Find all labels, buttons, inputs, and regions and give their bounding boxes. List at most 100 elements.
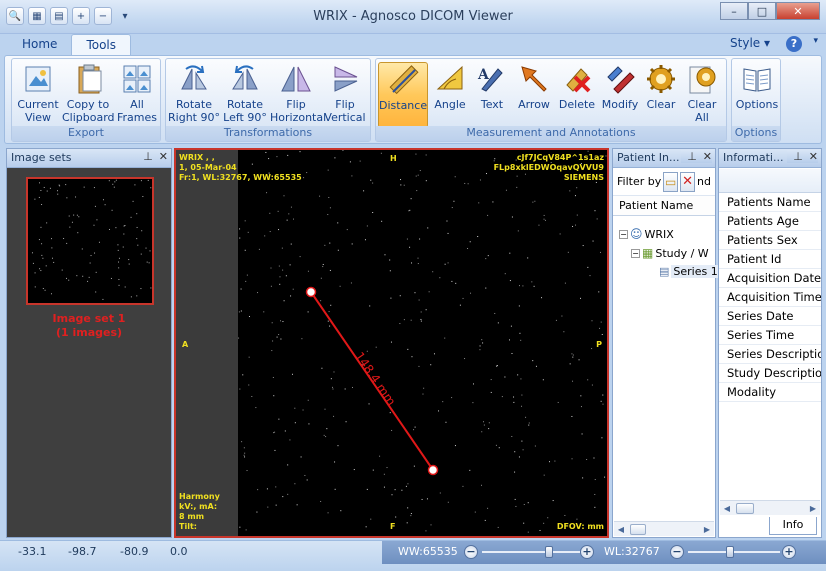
noise-speck xyxy=(94,205,96,207)
maximize-button[interactable]: □ xyxy=(748,2,776,20)
close-panel-icon[interactable]: ✕ xyxy=(703,150,712,163)
noise-speck xyxy=(484,519,486,521)
information-column-header[interactable] xyxy=(719,169,821,193)
ww-increase-button[interactable]: + xyxy=(580,545,594,559)
ribbon-dropdown-icon[interactable]: ▾ xyxy=(813,36,818,46)
noise-speck xyxy=(596,218,598,220)
tab-home[interactable]: Home xyxy=(8,34,71,56)
info-item[interactable]: Acquisition Date xyxy=(719,269,821,288)
noise-speck xyxy=(49,187,51,189)
all-frames-button[interactable]: All Frames xyxy=(116,62,158,124)
noise-speck xyxy=(419,170,421,172)
transformations-group-label: Transformations xyxy=(166,126,370,141)
noise-speck xyxy=(576,214,578,216)
modify-button[interactable]: Modify xyxy=(598,62,642,111)
patient-name-column-header[interactable]: Patient Name xyxy=(613,196,715,216)
overlay-top-right: cJf7JCqV84P^1s1az FLp8xklEDWOqavQVVU9 SI… xyxy=(494,153,604,183)
pin-icon[interactable]: ⊥ xyxy=(687,150,697,163)
noise-speck xyxy=(407,483,409,485)
filter-clear-button[interactable]: ✕ xyxy=(680,171,696,192)
person-icon: ☺ xyxy=(630,227,643,241)
info-item[interactable]: Patients Name xyxy=(719,193,821,212)
overlay-id-1: cJf7JCqV84P^1s1az xyxy=(516,153,604,162)
wl-slider-knob[interactable] xyxy=(725,546,734,558)
minimize-button[interactable]: – xyxy=(720,2,748,20)
angle-button[interactable]: Angle xyxy=(428,62,472,111)
info-item[interactable]: Series Description xyxy=(719,345,821,364)
info-item[interactable]: Series Date xyxy=(719,307,821,326)
close-button[interactable]: ✕ xyxy=(776,2,820,20)
tree-study-node[interactable]: − ▦ Study / W xyxy=(631,246,709,260)
options-label: Options xyxy=(735,98,779,111)
info-item[interactable]: Series Time xyxy=(719,326,821,345)
overlay-manufacturer: SIEMENS xyxy=(563,173,604,182)
wl-decrease-button[interactable]: − xyxy=(670,545,684,559)
rotate-left-button[interactable]: Rotate Left 90° xyxy=(220,62,270,124)
noise-speck xyxy=(444,337,446,339)
pin-icon[interactable]: ⊥ xyxy=(143,150,153,163)
info-item[interactable]: Acquisition Time xyxy=(719,288,821,307)
dicom-viewport[interactable]: 148.4 mm WRIX , , 1, 05-Mar-04 Fr:1, WL:… xyxy=(174,148,609,538)
scroll-thumb[interactable] xyxy=(630,524,646,535)
info-item[interactable]: Patients Sex xyxy=(719,231,821,250)
info-item[interactable]: Patient Id xyxy=(719,250,821,269)
noise-speck xyxy=(418,365,420,367)
measurement-end-handle[interactable] xyxy=(427,464,439,476)
noise-speck xyxy=(78,216,80,218)
patient-tree-scrollbar[interactable]: ◀ ▶ xyxy=(614,521,714,536)
clear-button[interactable]: Clear xyxy=(642,62,680,111)
current-view-button[interactable]: Current View xyxy=(16,62,60,124)
close-panel-icon[interactable]: ✕ xyxy=(809,150,818,163)
ww-slider-knob[interactable] xyxy=(545,546,553,558)
wl-slider-track[interactable] xyxy=(688,551,780,553)
scroll-thumb[interactable] xyxy=(736,503,754,514)
image-set-caption[interactable]: Image set 1 (1 images) xyxy=(7,312,171,340)
pin-icon[interactable]: ⊥ xyxy=(793,150,803,163)
tree-patient-node[interactable]: − ☺ WRIX xyxy=(619,227,674,241)
noise-speck xyxy=(581,433,583,435)
noise-speck xyxy=(337,445,339,447)
noise-speck xyxy=(82,275,84,277)
clear-all-button[interactable]: Clear All xyxy=(680,62,724,124)
noise-speck xyxy=(69,226,71,228)
tab-tools[interactable]: Tools xyxy=(71,34,131,56)
style-menu[interactable]: Style ▾ xyxy=(730,36,770,50)
scroll-right-icon[interactable]: ▶ xyxy=(700,523,714,536)
ribbon-tabs: Home Tools xyxy=(8,34,131,56)
info-scrollbar[interactable]: ◀ ▶ xyxy=(720,500,820,515)
noise-speck xyxy=(351,175,353,177)
wl-increase-button[interactable]: + xyxy=(782,545,796,559)
close-panel-icon[interactable]: ✕ xyxy=(159,150,168,163)
noise-speck xyxy=(117,244,119,246)
info-item[interactable]: Modality xyxy=(719,383,821,402)
image-set-thumbnail[interactable] xyxy=(26,177,154,305)
noise-speck xyxy=(532,201,534,203)
text-button[interactable]: A Text xyxy=(472,62,512,111)
info-item[interactable]: Patients Age xyxy=(719,212,821,231)
options-button[interactable]: Options xyxy=(734,62,780,111)
scroll-left-icon[interactable]: ◀ xyxy=(614,523,628,536)
delete-button[interactable]: Delete xyxy=(556,62,598,111)
filter-folder-button[interactable]: ▭ xyxy=(663,171,679,192)
distance-button[interactable]: Distance xyxy=(378,62,428,128)
info-item[interactable]: Study Description xyxy=(719,364,821,383)
tree-series-node[interactable]: ▤ Series 1 xyxy=(659,265,720,278)
arrow-button[interactable]: Arrow xyxy=(512,62,556,111)
flip-vertical-label-2: Vertical xyxy=(324,111,366,124)
measurement-start-handle[interactable] xyxy=(305,286,317,298)
rotate-right-button[interactable]: Rotate Right 90° xyxy=(168,62,220,124)
flip-vertical-icon xyxy=(329,62,361,96)
ww-slider-track[interactable] xyxy=(482,551,580,553)
copy-to-clipboard-button[interactable]: Copy to Clipboard xyxy=(62,62,115,124)
flip-horizontal-button[interactable]: Flip Horizontal xyxy=(270,62,326,124)
collapse-icon[interactable]: − xyxy=(631,248,640,258)
tree-series-label: Series 1 xyxy=(671,265,720,278)
scroll-left-icon[interactable]: ◀ xyxy=(720,502,734,515)
collapse-icon[interactable]: − xyxy=(619,229,628,239)
flip-vertical-label-1: Flip xyxy=(335,98,355,111)
tab-info[interactable]: Info xyxy=(769,517,817,535)
scroll-right-icon[interactable]: ▶ xyxy=(806,502,820,515)
flip-vertical-button[interactable]: Flip Vertical xyxy=(322,62,368,124)
ww-decrease-button[interactable]: − xyxy=(464,545,478,559)
help-button[interactable]: ? xyxy=(786,36,802,52)
